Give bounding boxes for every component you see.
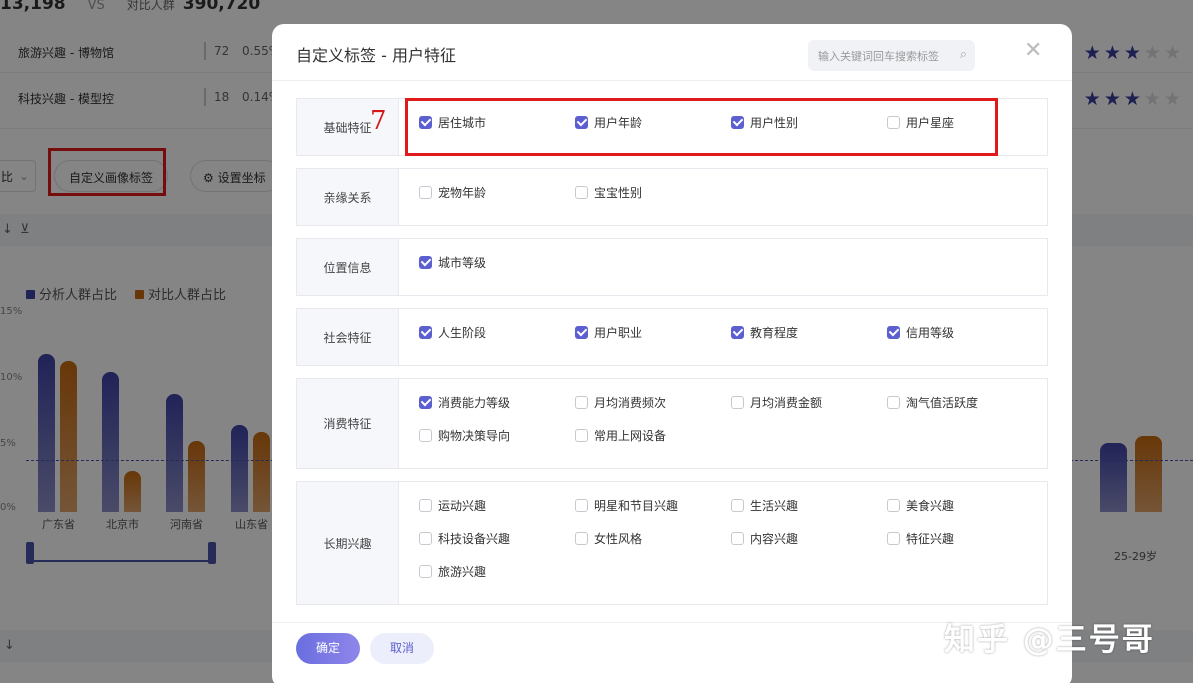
option-label: 人生阶段 [438,326,487,340]
checkbox-checked[interactable] [887,326,900,339]
section-options: 宠物年龄 宝宝性别 [399,169,1047,225]
confirm-button[interactable]: 确定 [296,633,360,664]
tag-section: 亲缘关系 宠物年龄 宝宝性别 [296,168,1048,226]
checkbox-unchecked[interactable] [575,429,588,442]
checkbox-unchecked[interactable] [887,396,900,409]
option-label: 内容兴趣 [750,532,799,546]
section-label: 消费特征 [297,379,399,468]
option-label: 淘气值活跃度 [906,396,979,410]
option-label: 教育程度 [750,326,799,340]
section-options: 人生阶段 用户职业 教育程度 信用等级 [399,309,1047,365]
checkbox-unchecked[interactable] [887,532,900,545]
close-icon[interactable]: ✕ [1024,38,1042,63]
option-label: 购物决策导向 [438,429,511,443]
section-label: 位置信息 [297,239,399,295]
checkbox-unchecked[interactable] [575,186,588,199]
tag-checkbox-option[interactable]: 月均消费金额 [731,394,822,411]
option-label: 生活兴趣 [750,499,799,513]
dialog-title: 自定义标签 - 用户特征 [296,46,456,65]
tag-checkbox-option[interactable]: 宠物年龄 [419,184,486,201]
option-label: 城市等级 [438,256,487,270]
section-label: 社会特征 [297,309,399,365]
annotation-number: 7 [370,106,387,136]
tag-checkbox-option[interactable]: 消费能力等级 [419,394,510,411]
tag-checkbox-option[interactable]: 用户职业 [575,324,642,341]
custom-tags-dialog: 自定义标签 - 用户特征 输入关键词回车搜索标签 ⌕ ✕ 基础特征 居住城市 用户年… [272,24,1072,683]
tag-checkbox-option[interactable]: 城市等级 [419,254,486,271]
tag-section: 社会特征 人生阶段 用户职业 教育程度 信用等级 [296,308,1048,366]
checkbox-checked[interactable] [731,326,744,339]
dialog-header: 自定义标签 - 用户特征 输入关键词回车搜索标签 ⌕ ✕ [272,24,1072,81]
checkbox-checked[interactable] [575,326,588,339]
option-label: 科技设备兴趣 [438,532,511,546]
tag-checkbox-option[interactable]: 旅游兴趣 [419,563,486,580]
option-label: 消费能力等级 [438,396,511,410]
option-label: 信用等级 [906,326,955,340]
tag-checkbox-option[interactable]: 女性风格 [575,530,642,547]
checkbox-checked[interactable] [419,256,432,269]
tag-checkbox-option[interactable]: 信用等级 [887,324,954,341]
checkbox-unchecked[interactable] [887,499,900,512]
tag-checkbox-option[interactable]: 特征兴趣 [887,530,954,547]
cancel-button[interactable]: 取消 [370,633,434,664]
checkbox-unchecked[interactable] [731,396,744,409]
option-label: 美食兴趣 [906,499,955,513]
watermark: 知乎 @三号哥 [944,622,1155,658]
search-placeholder: 输入关键词回车搜索标签 [818,50,939,63]
checkbox-unchecked[interactable] [731,532,744,545]
checkbox-unchecked[interactable] [419,186,432,199]
checkbox-unchecked[interactable] [731,499,744,512]
tag-checkbox-option[interactable]: 购物决策导向 [419,427,510,444]
tag-checkbox-option[interactable]: 运动兴趣 [419,497,486,514]
option-label: 月均消费频次 [594,396,667,410]
tag-checkbox-option[interactable]: 淘气值活跃度 [887,394,978,411]
tag-checkbox-option[interactable]: 常用上网设备 [575,427,666,444]
section-label: 长期兴趣 [297,482,399,604]
checkbox-unchecked[interactable] [575,499,588,512]
option-label: 运动兴趣 [438,499,487,513]
highlight-box [405,98,998,156]
tag-section: 位置信息 城市等级 [296,238,1048,296]
checkbox-unchecked[interactable] [575,532,588,545]
option-label: 用户职业 [594,326,643,340]
option-label: 月均消费金额 [750,396,823,410]
checkbox-unchecked[interactable] [419,429,432,442]
tag-checkbox-option[interactable]: 教育程度 [731,324,798,341]
tag-checkbox-option[interactable]: 美食兴趣 [887,497,954,514]
option-label: 女性风格 [594,532,643,546]
search-icon: ⌕ [959,47,967,62]
checkbox-checked[interactable] [419,326,432,339]
tag-checkbox-option[interactable]: 人生阶段 [419,324,486,341]
option-label: 常用上网设备 [594,429,667,443]
checkbox-unchecked[interactable] [419,499,432,512]
section-options: 运动兴趣 明星和节目兴趣 生活兴趣 美食兴趣科技设备兴趣 女性风格 内容兴趣 特征兴趣旅游兴… [399,482,1047,604]
section-options: 城市等级 [399,239,1047,295]
tag-section: 消费特征 消费能力等级 月均消费频次 月均消费金额 淘气值活跃度购物决策导向 常用上网设备 [296,378,1048,469]
tag-checkbox-option[interactable]: 科技设备兴趣 [419,530,510,547]
section-label: 亲缘关系 [297,169,399,225]
option-label: 旅游兴趣 [438,565,487,579]
option-label: 明星和节目兴趣 [594,499,679,513]
section-options: 消费能力等级 月均消费频次 月均消费金额 淘气值活跃度购物决策导向 常用上网设备 [399,379,1047,468]
tag-section: 长期兴趣 运动兴趣 明星和节目兴趣 生活兴趣 美食兴趣科技设备兴趣 女性风格 内容兴趣 特征兴… [296,481,1048,605]
option-label: 宠物年龄 [438,186,487,200]
option-label: 宝宝性别 [594,186,643,200]
tag-checkbox-option[interactable]: 明星和节目兴趣 [575,497,678,514]
tag-checkbox-option[interactable]: 宝宝性别 [575,184,642,201]
option-label: 特征兴趣 [906,532,955,546]
tag-checkbox-option[interactable]: 月均消费频次 [575,394,666,411]
checkbox-unchecked[interactable] [575,396,588,409]
checkbox-checked[interactable] [419,396,432,409]
tag-search-input[interactable]: 输入关键词回车搜索标签 ⌕ [808,40,975,71]
checkbox-unchecked[interactable] [419,565,432,578]
checkbox-unchecked[interactable] [419,532,432,545]
tag-checkbox-option[interactable]: 内容兴趣 [731,530,798,547]
tag-checkbox-option[interactable]: 生活兴趣 [731,497,798,514]
